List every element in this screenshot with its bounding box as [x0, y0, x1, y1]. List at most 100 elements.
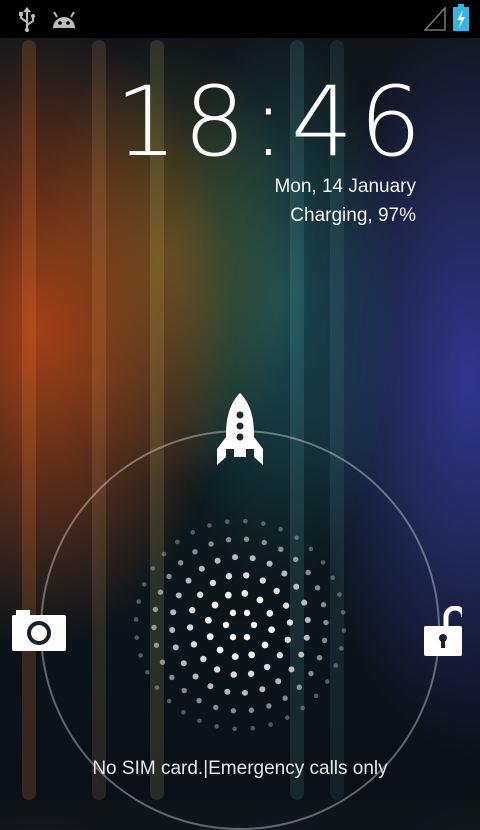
handle-dot	[305, 569, 311, 576]
handle-dot	[284, 715, 290, 720]
handle-dot	[259, 686, 266, 693]
handle-dot	[308, 546, 314, 552]
handle-dot	[186, 624, 194, 631]
handle-dot	[229, 633, 237, 641]
handle-dot	[248, 707, 255, 713]
handle-dot	[181, 687, 187, 694]
handle-dot	[177, 560, 184, 566]
handle-dot	[314, 585, 321, 591]
handle-dot	[266, 703, 272, 709]
handle-dot	[256, 596, 264, 604]
handle-dot	[166, 573, 172, 580]
handle-dot	[303, 634, 310, 641]
handle-dot	[268, 626, 276, 634]
handle-dot	[166, 698, 172, 704]
handle-dot	[232, 726, 237, 732]
handle-dot	[169, 627, 176, 634]
handle-dot	[136, 599, 141, 604]
handle-dot	[189, 607, 196, 614]
handle-dot	[222, 621, 230, 629]
handle-dot	[157, 589, 164, 595]
handle-dot	[330, 575, 335, 581]
handle-dot	[249, 555, 256, 562]
rocket-icon[interactable]	[214, 391, 266, 471]
handle-dot	[231, 653, 239, 661]
handle-dot	[273, 587, 280, 595]
camera-icon[interactable]	[12, 608, 66, 656]
handle-dot	[141, 582, 147, 587]
handle-dot	[211, 601, 219, 609]
handle-dot	[214, 724, 219, 729]
handle-dot	[284, 636, 291, 643]
handle-dot	[175, 539, 180, 545]
handle-dot	[152, 606, 159, 613]
handle-dot	[261, 521, 266, 526]
sim-status-text: No SIM card.|Emergency calls only	[92, 758, 388, 779]
handle-dot	[266, 560, 273, 567]
handle-dot	[294, 535, 299, 541]
handle-dot	[196, 697, 202, 704]
handle-dot	[308, 670, 314, 677]
handle-dot	[288, 666, 295, 673]
handle-dot	[268, 722, 273, 727]
handle-dot	[230, 671, 237, 678]
handle-dot	[301, 599, 308, 606]
handle-dot	[248, 651, 256, 659]
handle-dot	[243, 518, 248, 524]
handle-dot	[216, 646, 224, 654]
handle-dot	[229, 609, 237, 617]
handle-dot	[204, 616, 212, 624]
handle-dot	[207, 523, 212, 528]
handle-dot	[333, 663, 339, 668]
handle-dot	[247, 670, 255, 677]
handle-dot	[214, 557, 221, 564]
handle-dot	[261, 641, 269, 649]
handle-dot	[320, 602, 327, 608]
handle-dot	[225, 537, 232, 543]
handle-dot	[224, 591, 232, 599]
handle-dot	[134, 635, 140, 641]
handle-dot	[159, 659, 166, 665]
handle-dot	[261, 539, 267, 546]
handle-dot	[341, 628, 347, 633]
handle-dot	[275, 678, 282, 685]
handle-dot	[263, 663, 271, 671]
handle-dot	[321, 637, 328, 644]
handle-dot	[153, 642, 160, 648]
handle-dot	[180, 660, 187, 667]
handle-dot	[161, 551, 167, 557]
handle-dot	[259, 577, 267, 584]
handle-dot	[138, 653, 143, 658]
handle-dot	[266, 609, 274, 617]
handle-dot	[242, 689, 249, 696]
handle-dot	[170, 609, 177, 616]
handle-dot	[243, 609, 251, 617]
handle-dot	[192, 549, 198, 555]
handle-dot	[324, 679, 330, 684]
handle-dot	[320, 560, 326, 565]
handle-dot	[225, 573, 233, 580]
handle-dot	[209, 579, 217, 587]
handle-dot	[296, 684, 303, 690]
handle-dot	[150, 566, 156, 571]
handle-dot	[304, 616, 311, 623]
handle-dot	[278, 526, 283, 532]
handle-dot	[313, 693, 319, 699]
handle-dot	[197, 718, 202, 724]
handle-dot	[213, 666, 221, 673]
handle-dot	[213, 704, 219, 711]
handle-dot	[145, 669, 150, 675]
handle-dot	[208, 541, 214, 547]
handle-dot	[286, 619, 294, 626]
handle-dot	[276, 652, 284, 659]
handle-dot	[339, 646, 344, 651]
handle-dot	[231, 554, 238, 561]
handle-dot	[190, 530, 196, 535]
handle-dot	[190, 641, 198, 648]
unlock-icon[interactable]	[424, 605, 467, 660]
handle-dot	[250, 725, 256, 731]
handle-dot	[172, 644, 179, 651]
handle-dot	[282, 602, 290, 609]
handle-dot	[243, 572, 250, 579]
handle-dot	[278, 546, 284, 553]
